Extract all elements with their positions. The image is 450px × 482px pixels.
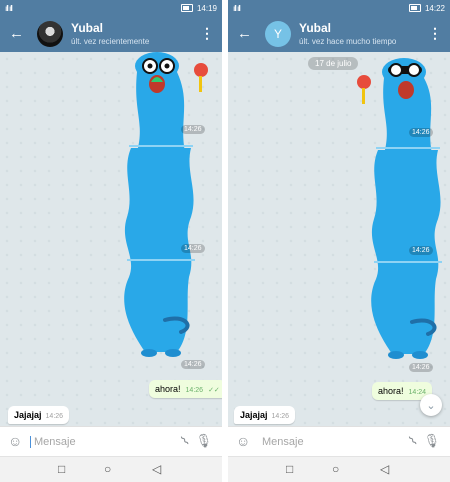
back-arrow-icon[interactable]: ← — [237, 26, 252, 41]
signal-icon: ıll ıll — [233, 3, 241, 13]
status-time: 14:19 — [196, 3, 217, 13]
message-text: ahora! — [155, 384, 181, 394]
message-input[interactable]: Mensaje — [262, 436, 304, 448]
sticker-time: 14:26 — [181, 360, 205, 369]
incoming-message[interactable]: Jajajaj 14:26 — [234, 406, 296, 424]
back-arrow-icon[interactable]: ← — [9, 26, 24, 41]
message-list[interactable]: 17 de julio 14:26 14:26 14:26 ahora! 14:2… — [228, 52, 450, 426]
message-list[interactable]: 14:26 14:26 14:26 ahora! 14:26 ✓✓ Jajajaj 1… — [0, 52, 222, 426]
more-vert-icon[interactable]: ⋮ — [200, 26, 214, 40]
chevron-down-icon: ⌄ — [426, 399, 436, 412]
message-time: 14:26 — [271, 413, 290, 420]
chat-header: ← Yubal últ. vez recientemente ⋮ — [0, 16, 222, 52]
scroll-down-button[interactable]: ⌄ — [420, 394, 442, 416]
message-text: Jajajaj — [240, 410, 268, 420]
nav-square-icon[interactable]: □ — [58, 462, 65, 476]
avatar[interactable] — [37, 21, 63, 47]
last-seen-status: últ. vez hace mucho tiempo — [299, 37, 397, 46]
sticker-time: 14:26 — [409, 128, 433, 137]
nav-back-icon[interactable]: ◁ — [152, 462, 161, 476]
date-pill: 17 de julio — [308, 57, 359, 70]
message-time: 14:26 — [185, 387, 204, 394]
nav-home-icon[interactable]: ○ — [332, 462, 339, 476]
attach-icon[interactable]: ⌇ — [405, 433, 420, 449]
sticker-time: 14:26 — [409, 246, 433, 255]
message-text: Jajajaj — [14, 410, 42, 420]
status-bar: ıll ıll 14:19 — [0, 0, 222, 16]
incoming-message[interactable]: Jajajaj 14:26 — [8, 406, 70, 424]
chat-header: ← Y Yubal últ. vez hace mucho tiempo ⋮ — [228, 16, 450, 52]
message-text: ahora! — [378, 386, 404, 396]
contact-name[interactable]: Yubal — [299, 21, 331, 35]
status-time: 14:22 — [424, 3, 445, 13]
otter-sticker[interactable] — [115, 52, 222, 362]
nav-square-icon[interactable]: □ — [286, 462, 293, 476]
message-input[interactable]: Mensaje — [34, 436, 76, 448]
read-checks-icon: ✓✓ — [208, 387, 220, 394]
right-screenshot: ıll ıll 14:22 ← Y Yubal últ. vez hace mu… — [228, 0, 450, 482]
otter-sticker[interactable] — [348, 54, 450, 364]
emoji-icon[interactable]: ☺ — [8, 433, 22, 449]
system-nav-bar: □ ○ ◁ — [0, 456, 222, 482]
signal-icon: ıll ıll — [5, 3, 13, 13]
battery-icon — [408, 4, 421, 12]
contact-name[interactable]: Yubal — [71, 21, 103, 35]
mic-icon[interactable]: 🎙 — [195, 433, 212, 449]
outgoing-message[interactable]: ahora! 14:26 ✓✓ — [149, 380, 222, 398]
message-composer: ☺ Mensaje ⌇ 🎙 — [228, 426, 450, 457]
battery-icon — [180, 4, 193, 12]
text-cursor — [30, 436, 31, 448]
more-vert-icon[interactable]: ⋮ — [428, 26, 442, 40]
sticker-time: 14:26 — [181, 125, 205, 134]
nav-back-icon[interactable]: ◁ — [380, 462, 389, 476]
emoji-icon[interactable]: ☺ — [236, 433, 250, 449]
message-time: 14:24 — [408, 389, 427, 396]
sticker-time: 14:26 — [181, 244, 205, 253]
last-seen-status: últ. vez recientemente — [71, 37, 150, 46]
nav-home-icon[interactable]: ○ — [104, 462, 111, 476]
mic-icon[interactable]: 🎙 — [423, 433, 440, 449]
left-screenshot: ıll ıll 14:19 ← Yubal últ. vez recientem… — [0, 0, 222, 482]
status-bar: ıll ıll 14:22 — [228, 0, 450, 16]
attach-icon[interactable]: ⌇ — [177, 433, 192, 449]
system-nav-bar: □ ○ ◁ — [228, 456, 450, 482]
message-composer: ☺ Mensaje ⌇ 🎙 — [0, 426, 222, 457]
avatar[interactable]: Y — [265, 21, 291, 47]
message-time: 14:26 — [45, 413, 64, 420]
sticker-time: 14:26 — [409, 363, 433, 372]
